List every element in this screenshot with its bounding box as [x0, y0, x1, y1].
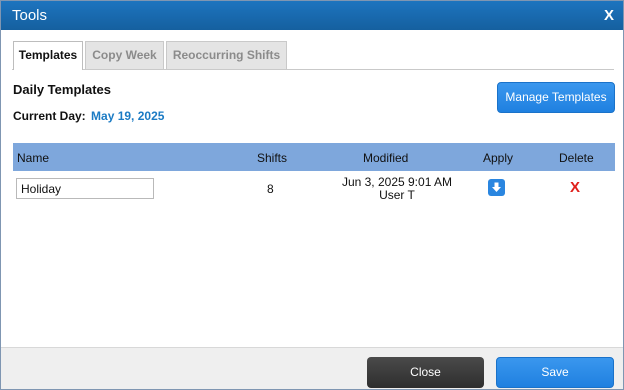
close-window-icon[interactable]: X: [604, 7, 614, 24]
tab-templates[interactable]: Templates: [13, 41, 83, 70]
apply-button[interactable]: [488, 179, 505, 196]
column-header-name: Name: [17, 151, 50, 165]
modified-by: User T: [379, 188, 415, 202]
window-title: Tools: [12, 7, 48, 24]
shifts-count: 8: [267, 182, 274, 196]
close-button[interactable]: Close: [367, 357, 484, 388]
apply-down-arrow-icon: [492, 182, 501, 192]
column-header-shifts: Shifts: [257, 151, 288, 165]
current-day-value: May 19, 2025: [91, 109, 165, 123]
tab-copy-week[interactable]: Copy Week: [85, 41, 164, 69]
table-row: 8 Jun 3, 2025 9:01 AM User T X: [13, 172, 615, 206]
tools-dialog: Tools X Templates Copy Week Reoccurring …: [0, 0, 624, 390]
tab-reoccurring-shifts[interactable]: Reoccurring Shifts: [166, 41, 287, 69]
save-button[interactable]: Save: [496, 357, 614, 388]
table-header: Name Shifts Modified Apply Delete: [13, 143, 615, 171]
tab-strip: Templates Copy Week Reoccurring Shifts: [12, 41, 614, 70]
section-heading: Daily Templates: [13, 82, 112, 97]
current-day: Current Day: May 19, 2025: [13, 109, 164, 123]
current-day-label: Current Day:: [13, 109, 86, 123]
manage-templates-button[interactable]: Manage Templates: [497, 82, 615, 113]
column-header-apply: Apply: [483, 151, 514, 165]
footer-bar: Close Save: [1, 347, 623, 389]
modified-cell: Jun 3, 2025 9:01 AM User T: [319, 176, 475, 202]
title-bar: Tools X: [1, 1, 623, 30]
column-header-delete: Delete: [559, 151, 594, 165]
column-header-modified: Modified: [363, 151, 409, 165]
template-name-input[interactable]: [16, 178, 154, 199]
delete-icon[interactable]: X: [570, 179, 580, 196]
